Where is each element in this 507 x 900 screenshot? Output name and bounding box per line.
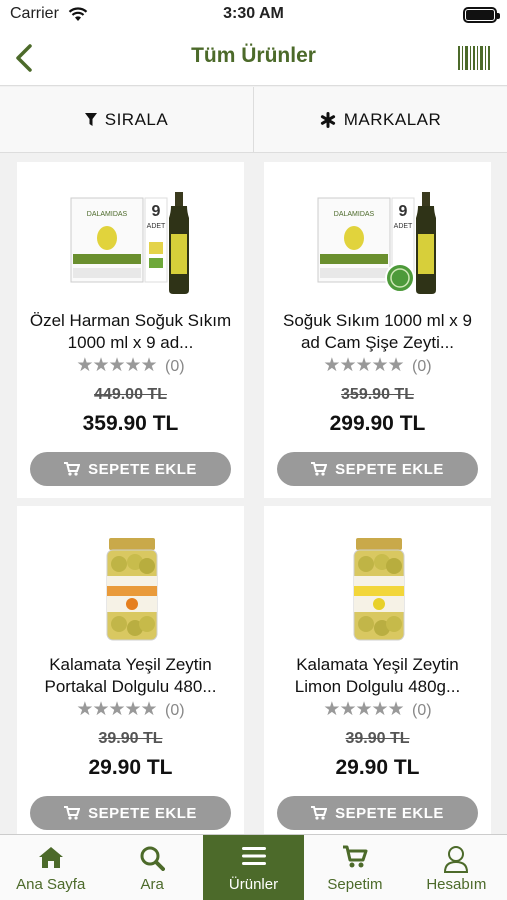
rating-row: ★★★★★ (0) [17,354,244,377]
product-name[interactable]: Kalamata Yeşil Zeytin Limon Dolgulu 480g… [272,654,483,698]
product-name[interactable]: Kalamata Yeşil Zeytin Portakal Dolgulu 4… [25,654,236,698]
rating-stars-icon: ★★★★★ [323,355,404,376]
cart-icon [342,845,368,868]
cart-icon [64,806,81,820]
add-to-cart-label: SEPETE EKLE [88,460,197,478]
add-to-cart-button[interactable]: SEPETE EKLE [277,796,478,830]
bottom-tab-bar: Ana Sayfa Ara Ürünler Sepetim Hesabım [0,834,507,900]
brands-label: MARKALAR [343,109,442,129]
product-card[interactable]: DALAMIDAS 9 ADET Özel Harman Soğuk Sıkım… [17,162,244,498]
price: 359.90 TL [82,412,179,435]
review-count: (0) [412,702,432,719]
old-price: 449.00 TL [94,386,167,403]
tab-home-label: Ana Sayfa [16,876,86,893]
review-count: (0) [165,702,185,719]
status-time: 3:30 AM [223,5,284,22]
pack-unit-text: ADET [394,223,413,230]
pack-count-text: 9 [399,203,408,220]
tab-account[interactable]: Hesabım [406,835,507,900]
add-to-cart-button[interactable]: SEPETE EKLE [30,452,231,486]
add-to-cart-button[interactable]: SEPETE EKLE [277,452,478,486]
cart-icon [311,462,328,476]
old-price: 359.90 TL [341,386,414,403]
cart-icon [64,462,81,476]
sort-label: SIRALA [104,109,169,129]
filter-bar: SIRALA MARKALAR [0,87,507,153]
product-image: DALAMIDAS 9 ADET [317,192,436,294]
battery-icon [463,7,500,23]
home-icon [38,847,63,868]
product-card[interactable]: Kalamata Yeşil Zeytin Limon Dolgulu 480g… [264,506,491,842]
rating-stars-icon: ★★★★★ [76,355,157,376]
box-brand-text: DALAMIDAS [87,211,128,218]
tab-home[interactable]: Ana Sayfa [0,835,101,900]
asterisk-icon [320,111,335,128]
review-count: (0) [412,358,432,375]
product-image [106,538,158,641]
page-title: Tüm Ürünler [191,44,316,67]
user-icon [444,846,469,873]
rating-stars-icon: ★★★★★ [323,699,404,720]
rating-row: ★★★★★ (0) [264,698,491,721]
price: 29.90 TL [335,756,420,779]
product-image [353,538,405,641]
product-name[interactable]: Özel Harman Soğuk Sıkım 1000 ml x 9 ad..… [25,310,236,354]
tab-products-label: Ürünler [228,876,279,893]
tab-products[interactable]: Ürünler [202,835,305,900]
tab-cart-label: Sepetim [327,876,383,893]
price: 299.90 TL [329,412,426,435]
box-brand-text: DALAMIDAS [334,211,375,218]
menu-icon [241,847,266,865]
old-price: 39.90 TL [345,730,410,747]
product-card[interactable]: DALAMIDAS 9 ADET Soğuk Sıkım 1000 ml x 9… [264,162,491,498]
add-to-cart-label: SEPETE EKLE [88,804,197,822]
rating-stars-icon: ★★★★★ [76,699,157,720]
navigation-bar: Tüm Ürünler [0,30,507,86]
tab-cart[interactable]: Sepetim [304,835,405,900]
price: 29.90 TL [88,756,173,779]
sort-button[interactable]: SIRALA [0,87,253,152]
product-name[interactable]: Soğuk Sıkım 1000 ml x 9 ad Cam Şişe Zeyt… [272,310,483,354]
filter-icon [84,112,97,126]
pack-count-text: 9 [152,203,161,220]
rating-row: ★★★★★ (0) [264,354,491,377]
product-card[interactable]: Kalamata Yeşil Zeytin Portakal Dolgulu 4… [17,506,244,842]
add-to-cart-label: SEPETE EKLE [335,804,444,822]
pack-unit-text: ADET [147,223,166,230]
search-icon [140,846,166,871]
rating-row: ★★★★★ (0) [17,698,244,721]
status-bar: Carrier 3:30 AM [0,0,507,30]
old-price: 39.90 TL [98,730,163,747]
add-to-cart-label: SEPETE EKLE [335,460,444,478]
barcode-scanner-icon[interactable] [457,44,491,72]
brands-button[interactable]: MARKALAR [253,87,507,152]
review-count: (0) [165,358,185,375]
cart-icon [311,806,328,820]
add-to-cart-button[interactable]: SEPETE EKLE [30,796,231,830]
tab-search[interactable]: Ara [101,835,202,900]
tab-search-label: Ara [140,876,164,893]
tab-account-label: Hesabım [426,876,487,893]
product-image: DALAMIDAS 9 ADET [70,192,189,294]
